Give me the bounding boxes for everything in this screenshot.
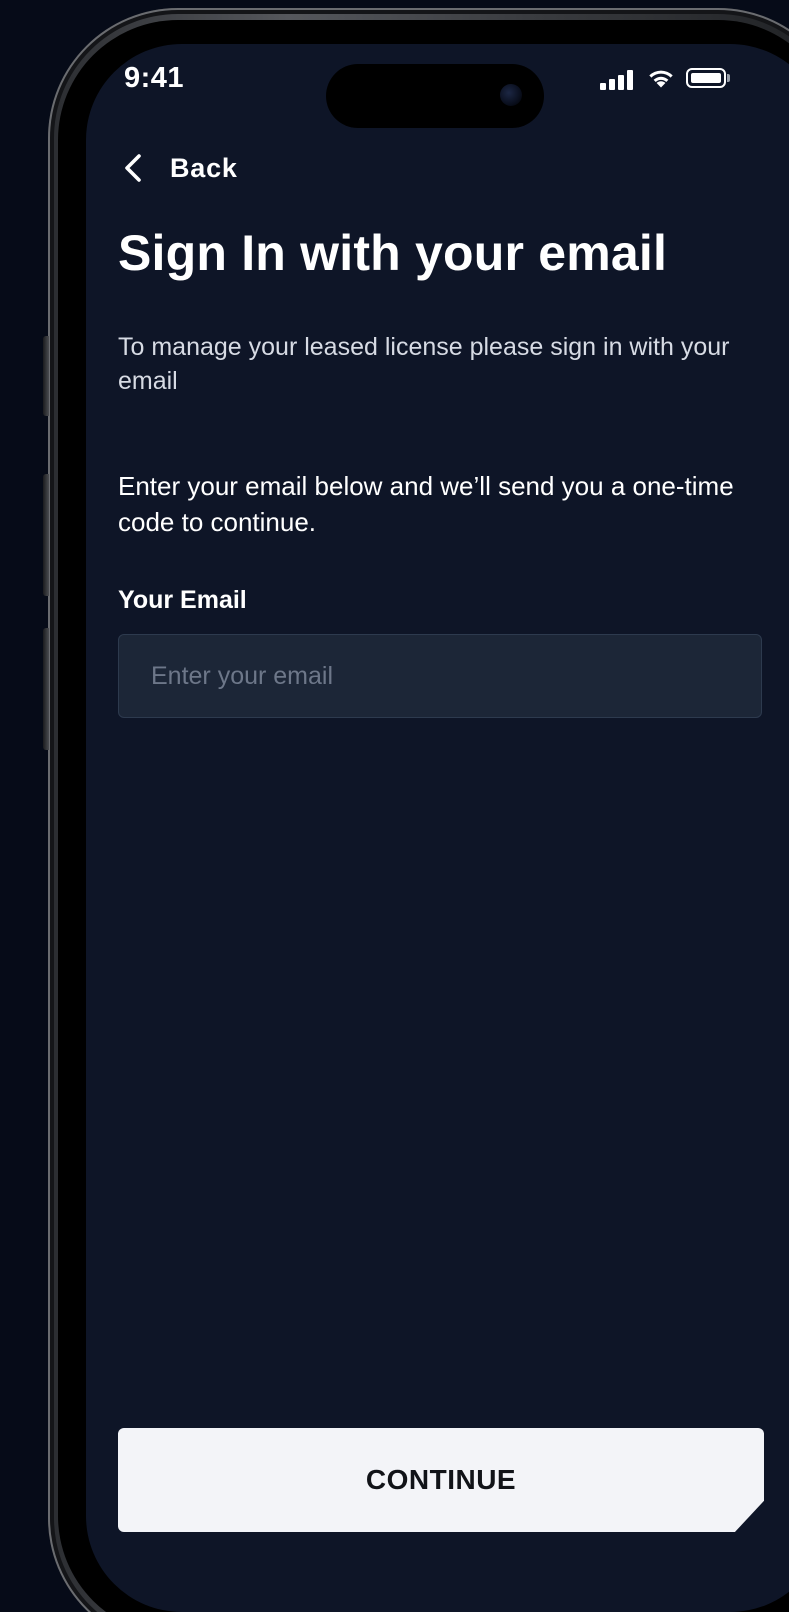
status-time: 9:41	[124, 62, 185, 94]
dynamic-island	[326, 64, 544, 128]
battery-icon	[686, 68, 730, 90]
intro-text: To manage your leased license please sig…	[118, 333, 730, 395]
instructions-text: Enter your email below and we’ll send yo…	[118, 471, 734, 537]
wifi-icon	[649, 70, 673, 88]
page-title: Sign In with your email	[118, 225, 668, 281]
phone-screen: 9:41 Back Sign In with your email To man…	[86, 44, 789, 1612]
email-label: Your Email	[118, 586, 247, 614]
volume-up-button	[43, 474, 49, 596]
continue-button[interactable]: CONTINUE	[118, 1428, 764, 1532]
action-button	[43, 336, 49, 416]
chevron-left-icon	[125, 154, 141, 182]
volume-down-button	[43, 628, 49, 750]
back-label: Back	[170, 152, 238, 183]
cellular-signal-icon	[600, 70, 634, 90]
canvas: 9:41 Back Sign In with your email To man…	[0, 0, 789, 1612]
status-icons	[600, 66, 740, 94]
front-camera-icon	[500, 84, 522, 106]
email-field[interactable]	[118, 634, 762, 718]
back-button[interactable]: Back	[122, 148, 238, 188]
